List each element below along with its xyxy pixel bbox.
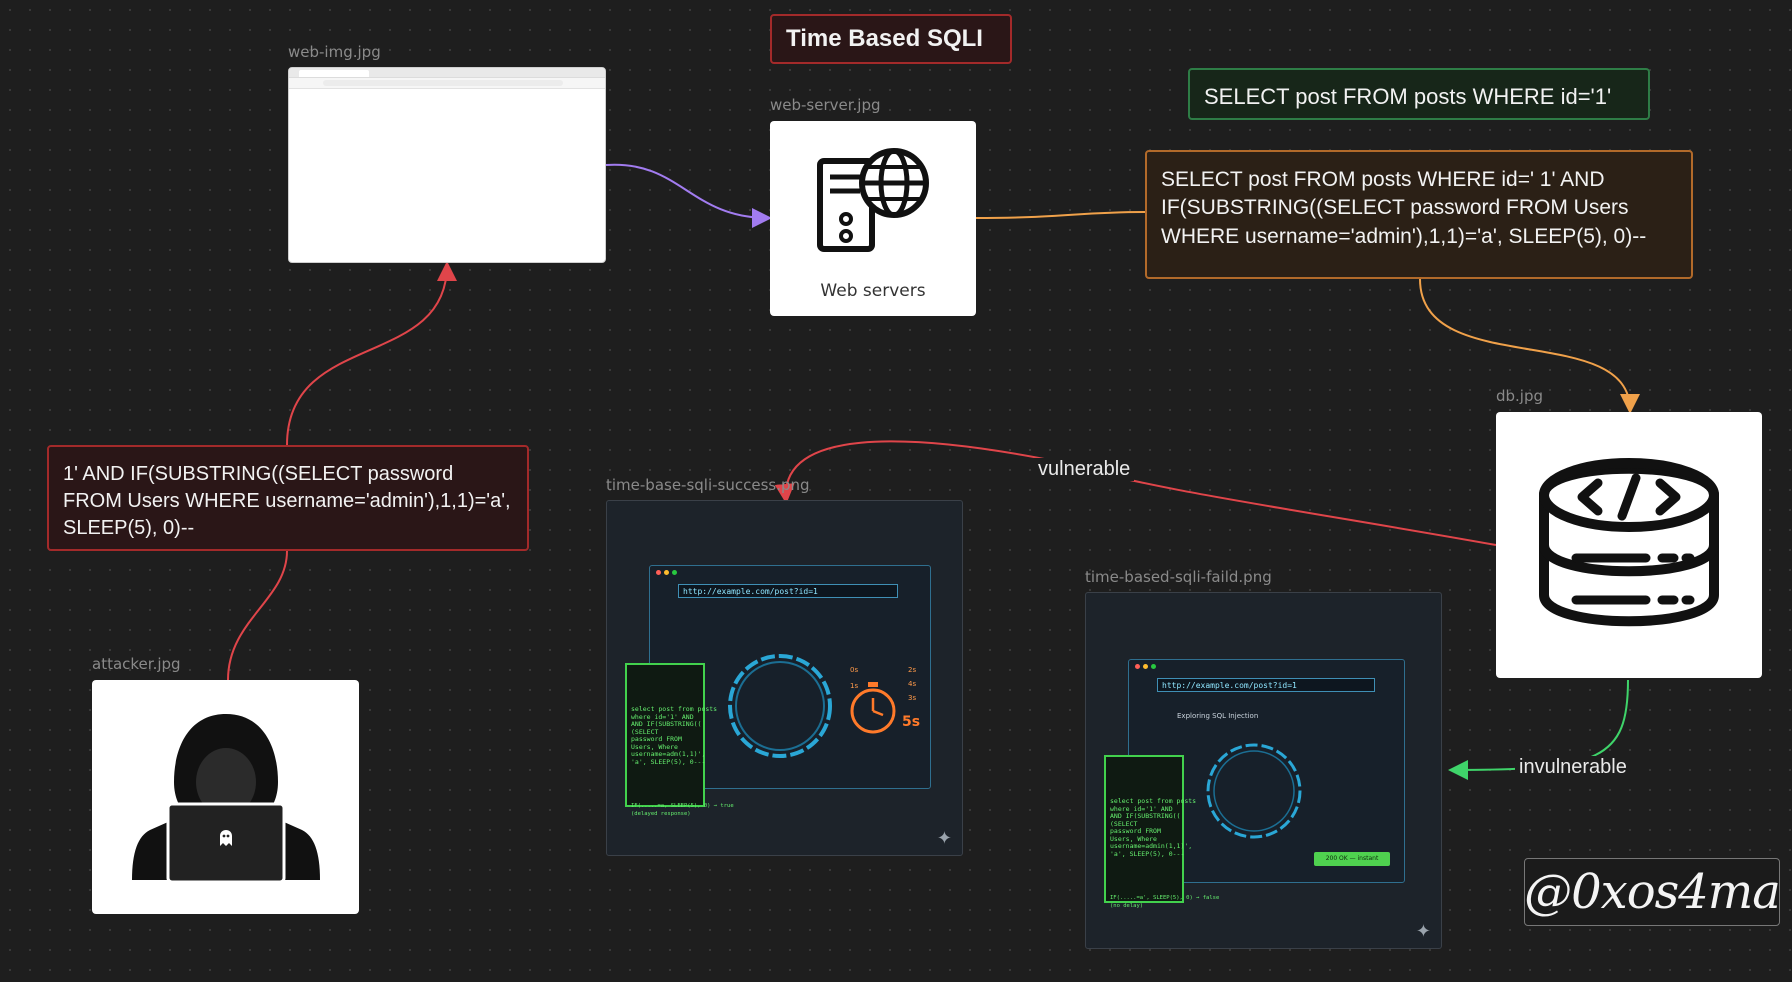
timer-right-0: 2s [908, 666, 917, 674]
sparkle-icon: ✦ [1415, 921, 1431, 942]
server-globe-icon [817, 148, 929, 252]
payload-note: 1' AND IF(SUBSTRING((SELECT password FRO… [47, 445, 529, 551]
attacker-image [92, 680, 359, 914]
failed-result-text: IF(.....=a', SLEEP(5), 0) → false (no de… [1110, 895, 1220, 909]
browser-address-bar [289, 78, 605, 89]
invulnerable-edge-label: invulnerable [1515, 756, 1631, 779]
author-signature: @0xos4ma [1524, 858, 1781, 926]
edge-webimg-to-server [605, 163, 772, 228]
timer-right-1: 4s [908, 680, 917, 688]
timer-big: 5s [902, 714, 921, 730]
success-loading-ring-icon [728, 654, 832, 758]
success-code-text: select post from posts where id='1' AND … [631, 705, 717, 766]
edge-attacker-to-payload [227, 550, 288, 681]
normal-query-note: SELECT post FROM posts WHERE id='1' [1188, 68, 1650, 120]
database-code-icon [1539, 458, 1719, 627]
attacker-label: attacker.jpg [92, 655, 181, 673]
web-server-label: web-server.jpg [770, 96, 881, 114]
success-image-label: time-base-sqli-success.png [606, 476, 810, 494]
timer-right-2: 3s [908, 694, 917, 702]
hacker-icon [132, 714, 320, 882]
status-ok-badge: 200 OK — instant [1314, 852, 1390, 866]
success-result-text: IF(.....=a, SLEEP(5), 0) → true (delayed… [631, 803, 734, 817]
vulnerable-edge-label: vulnerable [1034, 458, 1135, 481]
failed-image-label: time-based-sqli-faild.png [1085, 568, 1272, 586]
browser-window-image [288, 67, 606, 263]
diagram-title: Time Based SQLI [770, 14, 1012, 64]
browser-tab-strip [289, 68, 605, 78]
injected-query-note: SELECT post FROM posts WHERE id=' 1' AND… [1145, 150, 1693, 279]
web-img-label: web-img.jpg [288, 43, 381, 61]
failed-article-title: Exploring SQL Injection [1177, 712, 1259, 720]
web-server-caption: Web servers [820, 281, 926, 301]
failed-loading-ring-icon [1206, 743, 1302, 839]
db-label: db.jpg [1496, 387, 1544, 405]
sparkle-icon: ✦ [936, 828, 952, 849]
sqli-failed-image: http://example.com/post?id=1 Exploring S… [1085, 592, 1442, 949]
sqli-success-image: http://example.com/post?id=1 0s 1s 2s 4s… [606, 500, 963, 856]
edge-server-to-query [975, 211, 1146, 219]
database-image [1496, 412, 1762, 678]
failed-url-bar: http://example.com/post?id=1 [1157, 678, 1375, 692]
failed-code-panel: select post from posts where id='1' AND … [1104, 755, 1219, 909]
success-url-bar: http://example.com/post?id=1 [678, 584, 898, 598]
web-server-image: Web servers [770, 121, 976, 316]
success-code-panel: select post from posts where id='1' AND … [625, 663, 734, 817]
diagram-canvas: Time Based SQLI web-img.jpg web-server.j… [0, 0, 1792, 982]
timer-left-1: 1s [850, 682, 859, 690]
timer-left-0: 0s [850, 666, 859, 674]
failed-code-text: select post from posts where id='1' AND … [1110, 797, 1196, 858]
edge-payload-to-webimg [286, 261, 457, 446]
